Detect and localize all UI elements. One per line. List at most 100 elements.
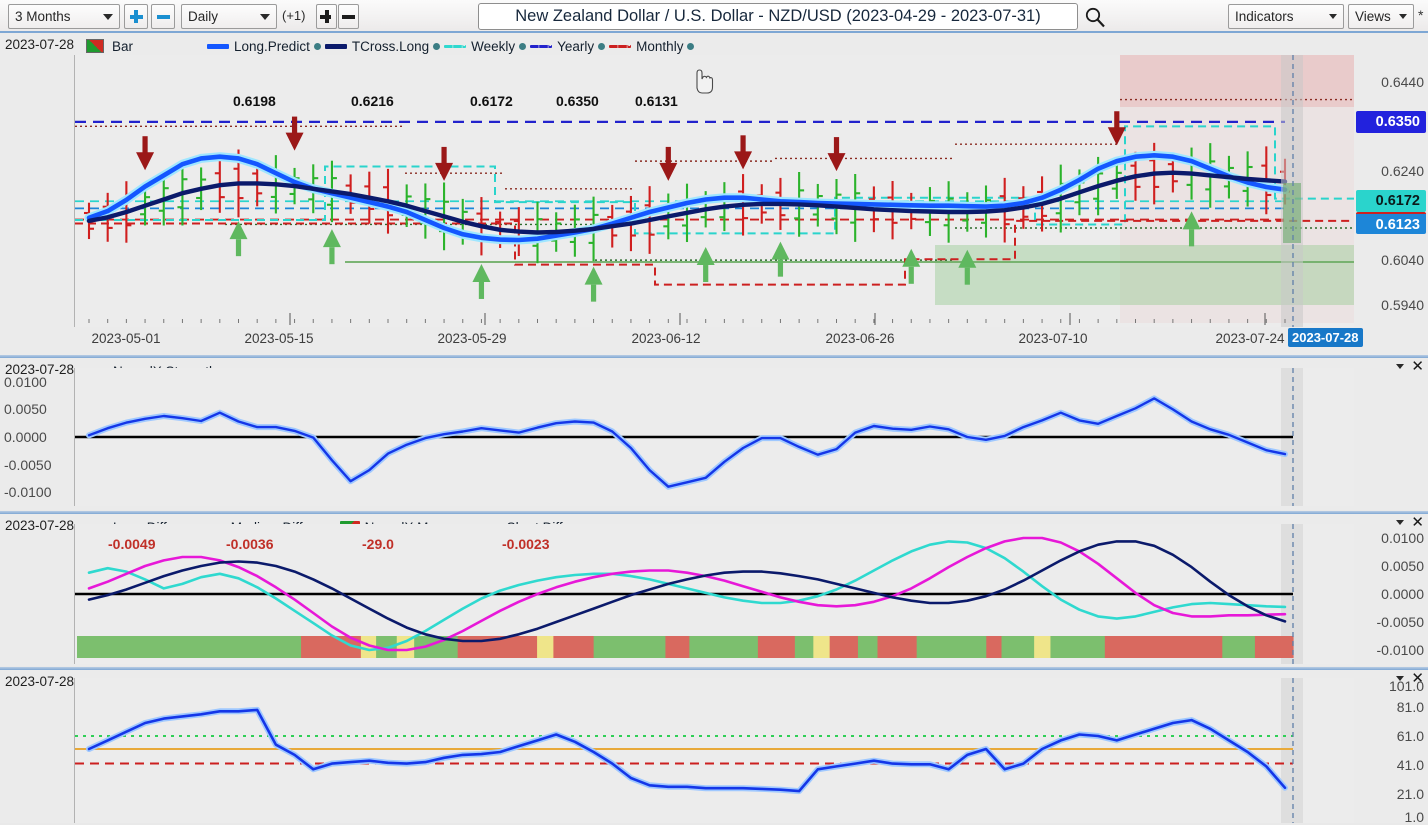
rsi-chart-plot[interactable]: [74, 678, 1354, 823]
price-y-badge[interactable]: 0.6123: [1356, 212, 1426, 235]
price-x-tick: 2023-05-15: [244, 331, 314, 346]
legend-value-long-predict: 0.6198: [233, 93, 276, 109]
chevron-down-icon: [260, 13, 270, 20]
plus-icon: [320, 10, 333, 23]
range-increase-button[interactable]: [124, 4, 148, 29]
price-y-badge[interactable]: 0.6350: [1356, 110, 1426, 133]
legend-swatch: [609, 44, 632, 48]
diff-value-short-diff: -0.0023: [502, 536, 550, 552]
strength-y-tick: 0.0050: [4, 401, 47, 418]
rsi-y-axis[interactable]: 101.0 81.0 61.0 41.0 21.0 1.0: [1354, 678, 1428, 825]
offset-increase-button[interactable]: [316, 4, 337, 29]
price-x-tick: 2023-06-26: [825, 331, 895, 346]
close-icon[interactable]: ✕: [1411, 359, 1424, 374]
legend-swatch: [324, 43, 347, 49]
diff-value-neuralx-max: -29.0: [362, 536, 394, 552]
diff-y-tick: -0.0050: [1376, 614, 1424, 630]
price-panel-date: 2023-07-28: [5, 37, 75, 52]
strength-y-tick: -0.0050: [4, 456, 52, 473]
close-icon[interactable]: ✕: [1411, 515, 1424, 530]
legend-settings-dot-icon[interactable]: [433, 42, 441, 50]
offset-decrease-button[interactable]: [338, 4, 359, 29]
rsi-panel-controls: ✕: [1390, 671, 1424, 686]
legend-label: Monthly: [636, 38, 684, 54]
legend-value-monthly: 0.6131: [635, 93, 678, 109]
views-dropdown[interactable]: Views: [1348, 4, 1414, 29]
legend-item-bar[interactable]: Bar: [86, 39, 133, 54]
strength-chart-plot[interactable]: [74, 368, 1354, 506]
bar-type-icon: [86, 39, 104, 53]
diff-y-tick: -0.0100: [1376, 642, 1424, 658]
mouse-cursor: [694, 68, 716, 101]
legend-value-yearly: 0.6350: [556, 93, 599, 109]
chevron-down-icon[interactable]: [1396, 676, 1405, 681]
interval-select[interactable]: Daily: [181, 4, 277, 29]
favorite-star-icon[interactable]: *: [1418, 7, 1423, 23]
legend-label: Long.Predict: [234, 38, 310, 54]
price-x-tick: 2023-05-01: [91, 331, 161, 346]
legend-settings-dot-icon[interactable]: [598, 42, 606, 50]
diff-y-tick: 0.0050: [1381, 558, 1424, 574]
minus-icon: [156, 10, 170, 23]
diff-y-tick: 0.0000: [1381, 586, 1424, 602]
price-y-tick: 0.6040: [1381, 252, 1424, 269]
indicators-dropdown[interactable]: Indicators: [1228, 4, 1344, 29]
strength-y-tick: -0.0100: [4, 484, 52, 501]
legend-settings-dot-icon[interactable]: [687, 42, 695, 50]
price-y-tick: 0.6440: [1381, 73, 1424, 90]
legend-item-weekly[interactable]: Weekly: [444, 38, 527, 54]
legend-swatch: [207, 43, 230, 49]
diff-panel: 2023-07-28 Long.DiffMedium.DiffNeuralX.M…: [0, 514, 1428, 666]
symbol-search-input[interactable]: New Zealand Dollar / U.S. Dollar - NZD/U…: [478, 3, 1078, 30]
legend-swatch: [530, 44, 553, 48]
rsi-y-tick: 41.0: [1396, 757, 1424, 773]
offset-note: (+1): [282, 8, 306, 23]
rsi-y-tick: 21.0: [1396, 786, 1424, 802]
diff-value-medium-diff: -0.0036: [226, 536, 274, 552]
legend-label: Weekly: [471, 38, 516, 54]
minus-icon: [342, 10, 355, 23]
range-select[interactable]: 3 Months: [8, 4, 120, 29]
price-x-tick: 2023-07-24: [1215, 331, 1285, 346]
close-icon[interactable]: ✕: [1411, 671, 1424, 686]
price-panel-legend: Bar Long.Predict TCross.Long Weekly Yearly Mo…: [86, 37, 698, 55]
rsi-y-tick: 81.0: [1396, 699, 1424, 715]
legend-swatch: [444, 44, 467, 48]
legend-settings-dot-icon[interactable]: [519, 42, 527, 50]
chevron-down-icon[interactable]: [1396, 520, 1405, 525]
strength-y-tick: 0.0000: [4, 429, 47, 445]
legend-settings-dot-icon[interactable]: [313, 42, 321, 50]
plus-icon: [129, 10, 143, 23]
chevron-down-icon: [103, 13, 113, 20]
strength-y-tick: 0.0100: [4, 373, 47, 390]
price-x-tick: 2023-07-10: [1018, 331, 1088, 346]
diff-panel-controls: ✕: [1390, 515, 1424, 530]
legend-value-tcross-long: 0.6216: [351, 93, 394, 109]
strength-y-axis[interactable]: 0.0100 0.0050 0.0000 -0.0050 -0.0100: [0, 368, 74, 506]
diff-value-long-diff: -0.0049: [108, 536, 156, 552]
legend-item-yearly[interactable]: Yearly: [530, 39, 606, 54]
diff-y-axis[interactable]: 0.0100 0.0050 0.0000 -0.0050 -0.0100: [1354, 524, 1428, 664]
search-icon[interactable]: [1084, 6, 1106, 28]
legend-item-long-predict[interactable]: Long.Predict: [207, 39, 321, 54]
legend-item-tcross-long[interactable]: TCross.Long: [324, 39, 441, 54]
main-toolbar: 3 Months Daily (+1) New Zealand Dollar /…: [0, 0, 1428, 33]
legend-item-monthly[interactable]: Monthly: [609, 38, 695, 54]
price-y-badge[interactable]: 0.6172: [1356, 190, 1426, 213]
price-y-tick: 0.6240: [1381, 162, 1424, 179]
current-date-badge[interactable]: 2023-07-28: [1288, 328, 1363, 347]
price-x-tick: 2023-05-29: [437, 331, 507, 346]
price-y-axis[interactable]: 0.6440 0.6240 0.6040 0.5940 0.6350 0.6172 0.61…: [1354, 55, 1428, 327]
rsi-panel-date: 2023-07-28: [5, 674, 75, 689]
strength-panel: 2023-07-28 NeuralX.Strength -0.0031 0.01…: [0, 358, 1428, 510]
range-select-value: 3 Months: [15, 9, 71, 24]
interval-select-value: Daily: [188, 9, 219, 24]
views-label: Views: [1355, 9, 1391, 24]
diff-panel-date: 2023-07-28: [5, 518, 75, 533]
indicators-label: Indicators: [1235, 9, 1294, 24]
range-decrease-button[interactable]: [151, 4, 175, 29]
price-y-tick: 0.5940: [1381, 296, 1424, 313]
price-x-tick: 2023-06-12: [631, 331, 701, 346]
diff-y-tick: 0.0100: [1381, 530, 1424, 546]
chevron-down-icon[interactable]: [1396, 364, 1405, 369]
